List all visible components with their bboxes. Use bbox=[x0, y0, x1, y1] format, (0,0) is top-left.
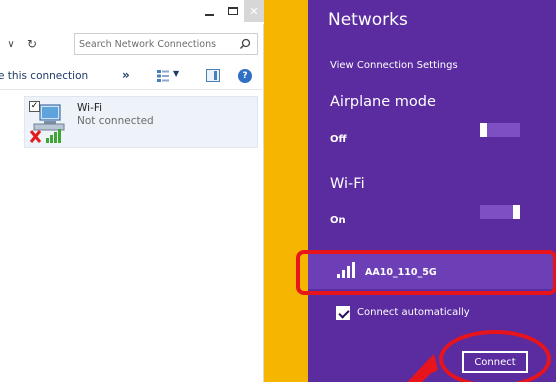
desktop-background-strip bbox=[264, 0, 308, 382]
search-icon[interactable] bbox=[239, 38, 251, 50]
network-connections-window: ✕ ∨ ↻ e this connection » ▼ ? bbox=[0, 0, 264, 382]
close-icon: ✕ bbox=[249, 4, 259, 18]
rename-connection-command[interactable]: e this connection bbox=[0, 70, 88, 82]
network-ssid: AA10_110_5G bbox=[365, 267, 437, 278]
airplane-mode-state: Off bbox=[330, 134, 347, 145]
connection-name: Wi-Fi bbox=[77, 102, 103, 114]
window-titlebar: ✕ bbox=[0, 0, 264, 24]
address-bar: ∨ ↻ bbox=[0, 32, 264, 56]
preview-pane-icon[interactable] bbox=[206, 69, 220, 82]
address-history-button[interactable]: ∨ bbox=[4, 36, 18, 52]
maximize-icon bbox=[228, 7, 238, 15]
help-icon[interactable]: ? bbox=[238, 69, 252, 83]
command-toolbar: e this connection » ▼ ? bbox=[0, 64, 264, 90]
close-button[interactable]: ✕ bbox=[244, 0, 264, 22]
refresh-icon: ↻ bbox=[26, 37, 38, 51]
wifi-section-label: Wi-Fi bbox=[330, 176, 365, 192]
item-select-checkbox[interactable]: ✓ bbox=[29, 101, 40, 112]
connect-automatically-checkbox[interactable] bbox=[336, 306, 350, 320]
connection-status: Not connected bbox=[77, 115, 154, 127]
search-input[interactable] bbox=[79, 36, 229, 52]
networks-charm-panel: Networks View Connection Settings Airpla… bbox=[308, 0, 556, 382]
change-view-icon[interactable] bbox=[156, 69, 170, 83]
toggle-knob bbox=[480, 123, 487, 137]
wifi-toggle[interactable] bbox=[480, 205, 520, 219]
wifi-state: On bbox=[330, 215, 346, 226]
connect-automatically-label: Connect automatically bbox=[357, 307, 470, 318]
search-box bbox=[74, 33, 258, 55]
minimize-icon bbox=[204, 14, 214, 16]
chevron-down-icon: ∨ bbox=[7, 38, 15, 50]
maximize-button[interactable] bbox=[222, 0, 244, 22]
airplane-mode-label: Airplane mode bbox=[330, 94, 436, 110]
toggle-knob bbox=[513, 205, 520, 219]
view-options-dropdown[interactable]: ▼ bbox=[173, 69, 179, 78]
minimize-button[interactable] bbox=[196, 0, 222, 22]
wifi-connection-item[interactable]: ✓ Wi-Fi Not connected bbox=[24, 96, 258, 148]
view-connection-settings-link[interactable]: View Connection Settings bbox=[330, 60, 458, 71]
connect-button[interactable]: Connect bbox=[462, 351, 528, 373]
panel-title: Networks bbox=[328, 10, 408, 30]
refresh-button[interactable]: ↻ bbox=[24, 36, 40, 52]
airplane-mode-toggle[interactable] bbox=[480, 123, 520, 137]
screen: ✕ ∨ ↻ e this connection » ▼ ? bbox=[0, 0, 556, 382]
more-commands-button[interactable]: » bbox=[122, 68, 130, 82]
wifi-signal-icon bbox=[337, 262, 355, 278]
